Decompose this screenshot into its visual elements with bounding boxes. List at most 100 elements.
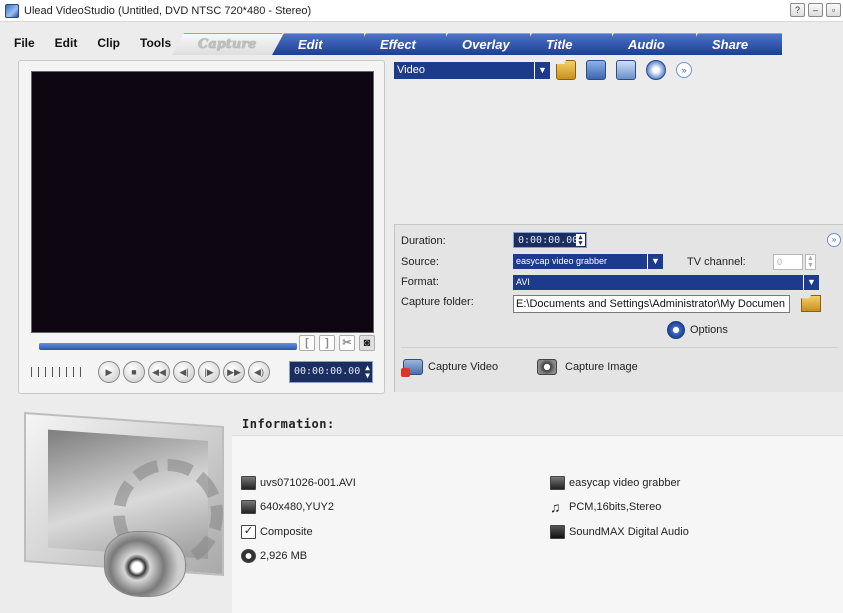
- scrub-bar[interactable]: [39, 343, 297, 350]
- tab-edit[interactable]: Edit: [272, 33, 364, 55]
- playback-controls: ▶ ■ ◀◀ ◀| |▶ ▶▶ ◀): [31, 361, 270, 383]
- capture-folder-label: Capture folder:: [401, 296, 474, 308]
- source-label: Source:: [401, 256, 439, 268]
- tab-title[interactable]: Title: [520, 33, 612, 55]
- storyboard-icon[interactable]: [616, 60, 636, 80]
- device-icon: [550, 476, 565, 490]
- info-disk-space-value: 2,926 MB: [260, 550, 308, 562]
- open-folder-icon[interactable]: [556, 60, 576, 80]
- tab-overlay[interactable]: Overlay: [436, 33, 530, 55]
- music-note-icon: ♫: [550, 499, 561, 515]
- menu-edit[interactable]: Edit: [55, 36, 78, 50]
- options-button[interactable]: Options: [667, 321, 728, 339]
- info-audio-device: SoundMAX Digital Audio: [550, 525, 689, 539]
- tab-effect[interactable]: Effect: [354, 33, 446, 55]
- menu-bar: File Edit Clip Tools Capture Edit Effect…: [0, 22, 843, 56]
- duration-value: 0:00:00.00: [518, 235, 579, 246]
- information-panel: uvs071026-001.AVI 640x480,YUY2 ✓ Composi…: [232, 435, 843, 613]
- info-input-value: Composite: [260, 526, 313, 538]
- capture-video-button[interactable]: Capture Video: [401, 359, 499, 377]
- photo-camera-icon: [537, 359, 557, 375]
- info-file-name-value: uvs071026-001.AVI: [260, 477, 356, 489]
- chevron-down-icon[interactable]: ▼: [534, 62, 550, 79]
- timecode-spinner-icon[interactable]: ▲ ▼: [365, 364, 370, 380]
- chevron-down-icon[interactable]: ▼: [647, 254, 663, 269]
- capture-settings-panel: » Duration: 0:00:00.00 ▲ ▼ Source: easyca…: [394, 224, 843, 392]
- information-area: Information: uvs071026-001.AVI 640x480,Y…: [0, 395, 843, 613]
- window-title: Ulead VideoStudio (Untitled, DVD NTSC 72…: [24, 4, 312, 17]
- checkbox-icon: ✓: [241, 525, 256, 539]
- volume-icon[interactable]: ◀): [248, 361, 270, 383]
- capture-video-label: Capture Video: [428, 361, 499, 373]
- tv-channel-spinner-icon[interactable]: ▲ ▼: [805, 254, 816, 270]
- info-device-value: easycap video grabber: [569, 477, 681, 489]
- minimize-button[interactable]: –: [808, 3, 823, 17]
- options-label: Options: [690, 324, 728, 336]
- title-bar: Ulead VideoStudio (Untitled, DVD NTSC 72…: [0, 0, 843, 22]
- tab-capture[interactable]: Capture: [172, 33, 282, 55]
- video-info-icon: [241, 500, 256, 514]
- film-icon: [241, 476, 256, 490]
- menu-items: File Edit Clip Tools: [14, 36, 171, 50]
- duration-spinner-icon[interactable]: ▲ ▼: [576, 234, 585, 247]
- mark-in-icon[interactable]: [: [299, 335, 315, 351]
- capture-image-button[interactable]: Capture Image: [537, 359, 638, 375]
- info-audio-format-value: PCM,16bits,Stereo: [569, 501, 662, 513]
- cut-icon[interactable]: ✂: [339, 335, 355, 351]
- preview-panel: [ ] ✂ ◙ ▶ ■ ◀◀ ◀| |▶ ▶▶ ◀) 00:00:00.00 ▲…: [18, 60, 385, 394]
- duration-input[interactable]: 0:00:00.00 ▲ ▼: [513, 232, 587, 248]
- previous-frame-icon[interactable]: ◀|: [173, 361, 195, 383]
- mark-out-icon[interactable]: ]: [319, 335, 335, 351]
- app-icon: [5, 3, 19, 18]
- play-icon[interactable]: ▶: [98, 361, 120, 383]
- source-value: easycap video grabber: [516, 256, 608, 266]
- next-frame-icon[interactable]: |▶: [198, 361, 220, 383]
- camcorder-graphic: [104, 531, 186, 597]
- home-icon[interactable]: ◀◀: [148, 361, 170, 383]
- help-button[interactable]: ?: [790, 3, 805, 17]
- step-tabs: Capture Edit Effect Overlay Title Audio …: [172, 33, 782, 55]
- menu-file[interactable]: File: [14, 36, 35, 50]
- record-dvd-icon[interactable]: [646, 60, 666, 80]
- info-audio-format: ♫ PCM,16bits,Stereo: [550, 500, 661, 514]
- timecode-display[interactable]: 00:00:00.00 ▲ ▼: [289, 361, 373, 383]
- gear-icon: [667, 321, 685, 339]
- tab-audio[interactable]: Audio: [602, 33, 696, 55]
- enlarge-preview-icon[interactable]: ◙: [359, 335, 375, 351]
- menu-clip[interactable]: Clip: [97, 36, 120, 50]
- collapse-icon[interactable]: »: [827, 233, 841, 247]
- info-file-name: uvs071026-001.AVI: [241, 476, 356, 490]
- tv-channel-label: TV channel:: [687, 256, 746, 268]
- info-device: easycap video grabber: [550, 476, 680, 490]
- expand-icon[interactable]: »: [676, 62, 692, 78]
- info-input: ✓ Composite: [241, 525, 313, 539]
- trim-controls: [ ] ✂ ◙: [299, 335, 375, 351]
- info-resolution: 640x480,YUY2: [241, 500, 334, 514]
- capture-folder-field[interactable]: E:\Documents and Settings\Administrator\…: [513, 295, 790, 313]
- capture-image-label: Capture Image: [565, 361, 638, 373]
- timecode-value: 00:00:00.00: [294, 366, 361, 377]
- capture-illustration: [18, 412, 226, 609]
- restore-button[interactable]: ▫: [826, 3, 841, 17]
- capture-toolbar: »: [556, 60, 692, 80]
- window-controls: ? – ▫: [790, 3, 841, 17]
- information-title: Information:: [242, 417, 335, 431]
- stop-icon[interactable]: ■: [123, 361, 145, 383]
- capture-source-dropdown[interactable]: Video ▼: [394, 62, 550, 79]
- tv-channel-input[interactable]: 0: [773, 254, 803, 270]
- browse-folder-icon[interactable]: [801, 295, 821, 312]
- jog-wheel[interactable]: [31, 367, 83, 377]
- import-icon[interactable]: [586, 60, 606, 80]
- info-audio-device-value: SoundMAX Digital Audio: [569, 526, 689, 538]
- format-label: Format:: [401, 276, 439, 288]
- menu-tools[interactable]: Tools: [140, 36, 171, 50]
- speaker-icon: [550, 525, 565, 539]
- preview-screen[interactable]: [31, 71, 374, 333]
- end-icon[interactable]: ▶▶: [223, 361, 245, 383]
- chevron-down-icon[interactable]: ▼: [803, 275, 819, 290]
- duration-label: Duration:: [401, 235, 446, 247]
- format-dropdown[interactable]: AVI ▼: [513, 275, 819, 290]
- format-value: AVI: [516, 277, 530, 287]
- source-dropdown[interactable]: easycap video grabber ▼: [513, 254, 663, 269]
- tab-share[interactable]: Share: [686, 33, 782, 55]
